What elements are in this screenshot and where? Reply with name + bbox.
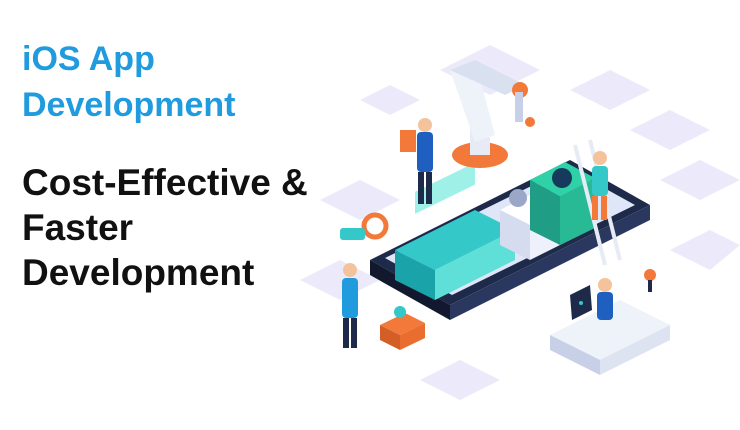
subheading-line-2: Faster [22,207,134,248]
subheading-line-1: Cost-Effective & [22,162,308,203]
heading-line-1: iOS App [22,40,155,78]
person-with-tablet [400,118,433,204]
gear-crate [380,306,425,350]
subheading: Cost-Effective & Faster Development [22,160,308,295]
main-heading: iOS App Development [22,36,236,128]
heading-line-2: Development [22,86,236,124]
subheading-line-3: Development [22,252,255,293]
desk-with-laptop [550,278,670,375]
isometric-illustration [300,45,740,400]
